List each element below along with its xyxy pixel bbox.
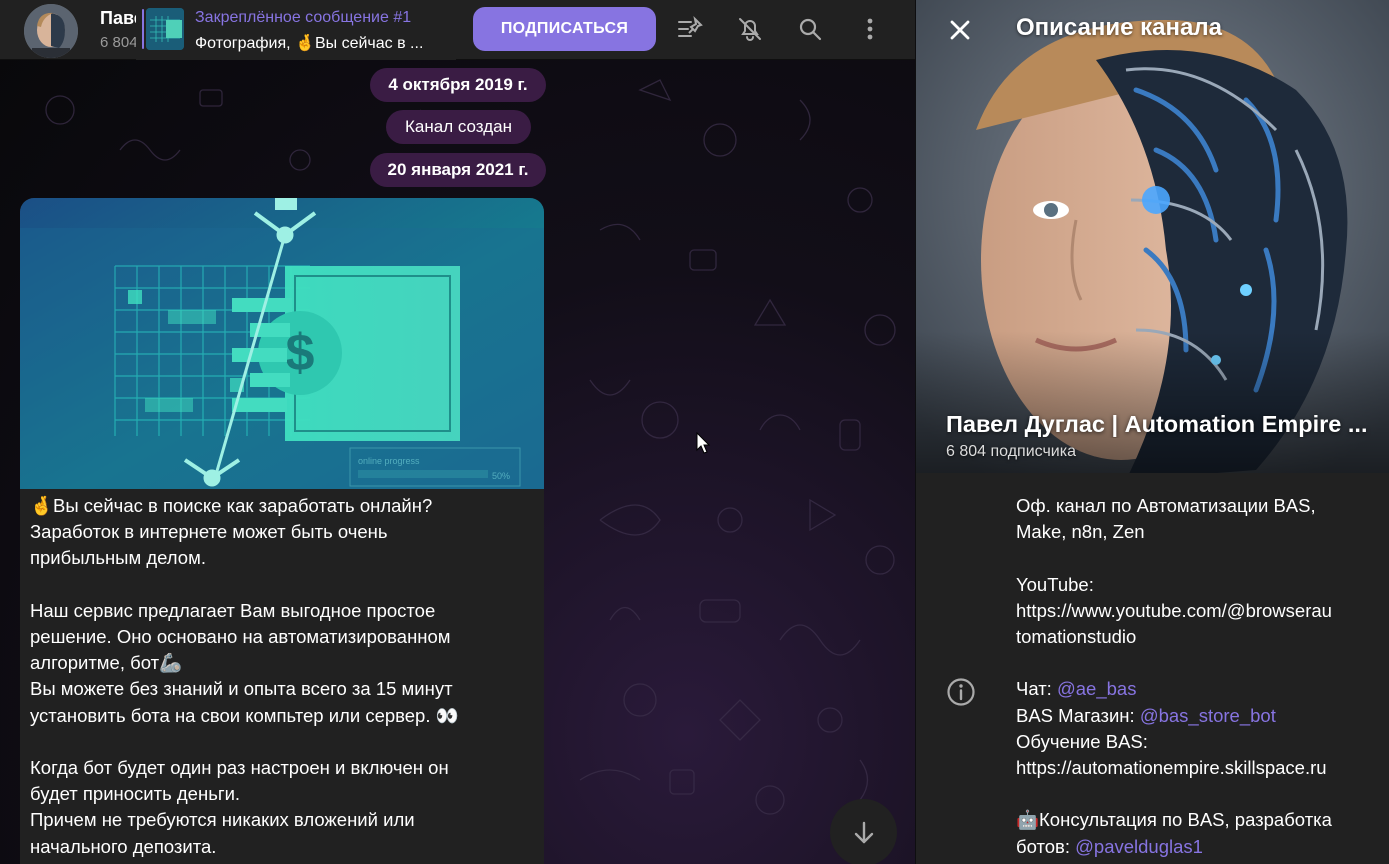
pinned-thumbnail xyxy=(146,8,184,50)
pinned-text: Фотография, 🤞Вы сейчас в ... xyxy=(195,35,424,52)
post-text-line xyxy=(30,729,538,755)
subscriber-count: 6 804 подписчика xyxy=(946,443,1076,460)
post-text-line: Причем не требуются никаких вложений или xyxy=(30,809,415,831)
image-caption: online progress xyxy=(358,456,420,466)
post-text-line: будет приносить деньги. xyxy=(30,783,241,805)
scroll-down-button[interactable] xyxy=(830,799,897,864)
post-text-line: прибыльным делом. xyxy=(30,547,206,569)
arrow-down-icon xyxy=(854,821,873,843)
youtube-url[interactable]: https://www.youtube.com/@browserau xyxy=(1016,598,1376,624)
pinned-title: Закреплённое сообщение #1 xyxy=(195,9,412,26)
post-text-line: 🤞Вы сейчас в поиске как заработать онлай… xyxy=(30,495,433,516)
channel-avatar[interactable] xyxy=(24,4,78,58)
chat-area[interactable]: Павел Дуглас | Automation Empire 6 804 п… xyxy=(0,0,915,864)
desc-line: 🤖Консультация по BAS, разработка xyxy=(1016,809,1332,831)
shop-line: BAS Магазин: @bas_store_bot xyxy=(1016,703,1376,729)
search-icon[interactable] xyxy=(792,11,828,47)
channel-info-panel: Описание канала Павел Дуглас | Automatio… xyxy=(916,0,1389,864)
channel-photo[interactable] xyxy=(916,0,1389,473)
bell-muted-icon[interactable] xyxy=(732,11,768,47)
chat-header: Павел Дуглас | Automation Empire 6 804 п… xyxy=(0,0,915,60)
post-text: 🤞Вы сейчас в поиске как заработать онлай… xyxy=(30,493,538,860)
mouse-cursor-icon xyxy=(696,432,711,454)
post-image[interactable]: $ online progress 50% xyxy=(20,198,544,489)
post-text-line: установить бота на свои компьтер или сер… xyxy=(30,704,459,726)
shop-link[interactable]: @bas_store_bot xyxy=(1140,705,1276,726)
channel-description: Оф. канал по Автоматизации BAS, Make, n8… xyxy=(1016,493,1376,860)
youtube-url[interactable]: tomationstudio xyxy=(1016,624,1376,650)
desc-line: Make, n8n, Zen xyxy=(1016,521,1145,543)
post-text-line: Вы можете без знаний и опыта всего за 15… xyxy=(30,678,453,700)
bots-label: ботов: xyxy=(1016,835,1076,857)
chat-line: Чат: @ae_bas xyxy=(1016,676,1376,702)
pin-list-icon[interactable] xyxy=(672,11,708,47)
info-icon xyxy=(947,678,975,706)
post-text-line: Когда бот будет один раз настроен и вклю… xyxy=(30,757,449,778)
panel-title: Описание канала xyxy=(1016,14,1222,41)
desc-line: Обучение BAS: xyxy=(1016,730,1148,752)
bots-link[interactable]: @pavelduglas1 xyxy=(1075,836,1203,857)
education-url[interactable]: https://automationempire.skillspace.ru xyxy=(1016,755,1376,781)
date-pill: 20 января 2021 г. xyxy=(370,153,546,187)
close-icon[interactable] xyxy=(942,12,978,48)
channel-subscribers: 6 804 подписчика xyxy=(100,34,136,51)
post-text-line: алгоритме, бот🦾 xyxy=(30,652,183,674)
desc-line: YouTube: xyxy=(1016,573,1094,595)
post-text-line: Наш сервис предлагает Вам выгодное прост… xyxy=(30,599,436,621)
chat-link[interactable]: @ae_bas xyxy=(1057,678,1136,699)
desc-line: Оф. канал по Автоматизации BAS, xyxy=(1016,495,1316,516)
pinned-indicator xyxy=(142,9,144,49)
channel-name[interactable]: Павел Дуглас | Automation Empire xyxy=(100,8,136,29)
channel-full-name: Павел Дуглас | Automation Empire ... xyxy=(946,411,1368,437)
service-message: Канал создан xyxy=(386,110,531,144)
post-text-line xyxy=(30,572,538,598)
more-vertical-icon[interactable] xyxy=(852,11,888,47)
post-text-line: начального депозита. xyxy=(30,835,217,857)
channel-post[interactable]: $ online progress 50% 🤞Вы сейчас в поиск… xyxy=(20,198,544,864)
date-pill: 4 октября 2019 г. xyxy=(370,68,546,102)
telegram-app: Павел Дуглас | Automation Empire 6 804 п… xyxy=(0,0,1389,864)
subscribe-button[interactable]: ПОДПИСАТЬСЯ xyxy=(473,7,656,51)
chat-label: Чат: xyxy=(1016,678,1057,700)
shop-label: BAS Магазин: xyxy=(1016,704,1140,726)
image-percent: 50% xyxy=(492,471,510,481)
post-text-line: Заработок в интернете может быть очень xyxy=(30,521,388,543)
pinned-message[interactable]: Закреплённое сообщение #1 Фотография, 🤞В… xyxy=(136,0,456,60)
post-text-line: решение. Оно основано на автоматизирован… xyxy=(30,626,451,647)
bots-line: ботов: @pavelduglas1 xyxy=(1016,834,1376,860)
